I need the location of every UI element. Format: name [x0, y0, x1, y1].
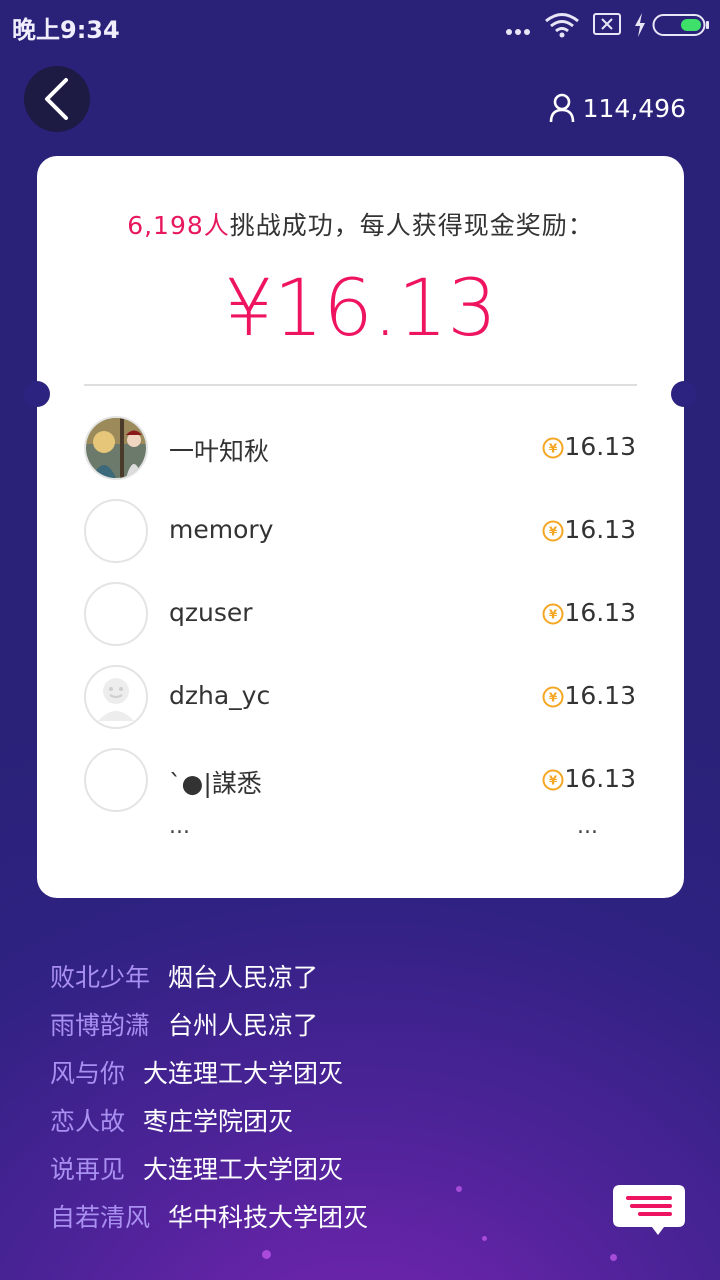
feed-user: 恋人故 [50, 1107, 126, 1136]
sparkle [456, 1186, 462, 1192]
feed-user: 自若清风 [50, 1203, 151, 1232]
coin-icon: ¥ [542, 437, 564, 459]
default-avatar-icon [98, 678, 134, 721]
feed-user: 风与你 [50, 1059, 126, 1088]
no-sim-icon [593, 13, 621, 35]
winner-row: 一叶知秋 ¥ 16.13 [37, 414, 684, 497]
svg-text:¥: ¥ [549, 608, 558, 622]
battery-icon [652, 14, 709, 36]
more-dots-icon [506, 20, 533, 39]
feed-item: 说再见 大连理工大学团灭 [50, 1150, 368, 1198]
charging-icon [635, 13, 645, 37]
svg-text:¥: ¥ [549, 691, 558, 705]
feed-user: 败北少年 [50, 963, 151, 992]
winner-name: memory [169, 515, 274, 544]
winner-row: memory ¥ 16.13 [37, 497, 684, 580]
winner-amount: 16.13 [564, 515, 636, 544]
chat-button[interactable] [612, 1184, 686, 1238]
back-button[interactable] [24, 66, 90, 132]
feed-text: 台州人民凉了 [168, 1011, 319, 1040]
more-indicator: ... [169, 814, 190, 839]
activity-feed: 败北少年 烟台人民凉了 雨博韵潇 台州人民凉了 风与你 大连理工大学团灭 恋人故 枣庄学… [50, 958, 368, 1246]
winner-list: 一叶知秋 ¥ 16.13 memory ¥ 16.13 qzuser ¥ 16.… [37, 414, 684, 829]
coin-icon: ¥ [542, 686, 564, 708]
avatar [84, 499, 148, 563]
winner-name: dzha_yc [169, 681, 271, 710]
online-count-value: 114,496 [582, 93, 686, 123]
winner-row: dzha_yc ¥ 16.13 [37, 663, 684, 746]
divider [84, 384, 637, 386]
svg-text:¥: ¥ [549, 774, 558, 788]
user-icon [549, 93, 574, 123]
avatar [84, 665, 148, 729]
sparkle [482, 1236, 487, 1241]
headline-text: 挑战成功，每人获得现金奖励： [229, 211, 594, 240]
winner-name: qzuser [169, 598, 253, 627]
feed-text: 大连理工大学团灭 [143, 1155, 344, 1184]
feed-item: 败北少年 烟台人民凉了 [50, 958, 368, 1006]
coin-icon: ¥ [542, 769, 564, 791]
result-headline: 6,198人挑战成功，每人获得现金奖励： [37, 206, 684, 242]
coin-icon: ¥ [542, 603, 564, 625]
winner-name: `●|謀悉 [169, 769, 262, 798]
winner-amount: 16.13 [564, 681, 636, 710]
winner-row: qzuser ¥ 16.13 [37, 580, 684, 663]
avatar [84, 416, 148, 480]
result-card: 6,198人挑战成功，每人获得现金奖励： ¥16.13 一叶知秋 ¥ 16.13… [24, 156, 697, 898]
sparkle [262, 1250, 271, 1259]
feed-text: 华中科技大学团灭 [168, 1203, 369, 1232]
winner-count: 6,198人 [127, 211, 230, 240]
winner-name: 一叶知秋 [169, 437, 270, 466]
feed-item: 风与你 大连理工大学团灭 [50, 1054, 368, 1102]
avatar [84, 748, 148, 812]
coin-icon: ¥ [542, 520, 564, 542]
feed-text: 烟台人民凉了 [168, 963, 319, 992]
feed-user: 雨博韵潇 [50, 1011, 151, 1040]
sparkle [610, 1254, 617, 1261]
winner-amount: 16.13 [564, 764, 636, 793]
more-indicator: ... [577, 814, 598, 839]
svg-text:¥: ¥ [549, 525, 558, 539]
svg-text:¥: ¥ [549, 442, 558, 456]
feed-item: 自若清风 华中科技大学团灭 [50, 1198, 368, 1246]
wifi-icon [545, 13, 579, 38]
feed-text: 枣庄学院团灭 [143, 1107, 294, 1136]
winner-amount: 16.13 [564, 432, 636, 461]
status-bar: 晚上9:34 [0, 0, 720, 52]
prize-amount: ¥16.13 [224, 264, 497, 354]
winner-amount: 16.13 [564, 598, 636, 627]
feed-user: 说再见 [50, 1155, 126, 1184]
back-arrow-icon [45, 78, 68, 120]
status-time: 晚上9:34 [12, 16, 120, 44]
feed-item: 恋人故 枣庄学院团灭 [50, 1102, 368, 1150]
online-count: 114,496 [549, 93, 686, 123]
feed-item: 雨博韵潇 台州人民凉了 [50, 1006, 368, 1054]
avatar [84, 582, 148, 646]
feed-text: 大连理工大学团灭 [143, 1059, 344, 1088]
